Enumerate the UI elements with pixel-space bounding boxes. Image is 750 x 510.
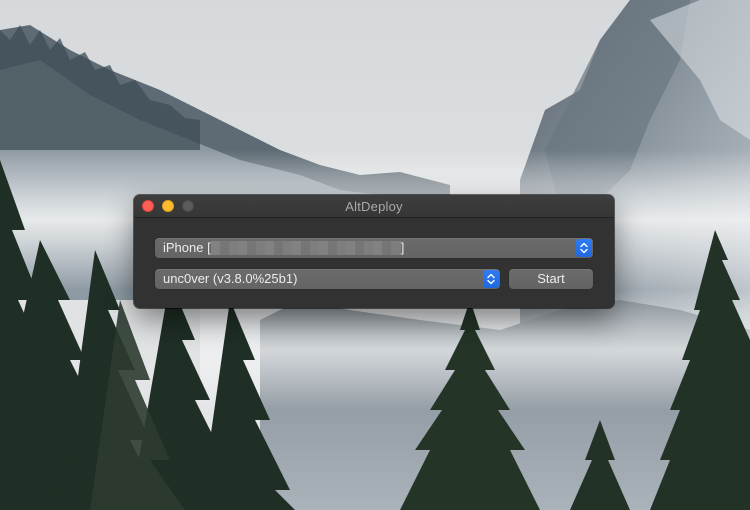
- up-down-chevron-icon: [483, 270, 499, 288]
- device-name-prefix: iPhone [: [163, 240, 211, 255]
- redacted-device-identifier: [210, 240, 401, 255]
- window-title: AltDeploy: [345, 199, 403, 214]
- start-button[interactable]: Start: [509, 269, 593, 289]
- app-select[interactable]: unc0ver (v3.8.0%25b1): [155, 269, 500, 289]
- device-select[interactable]: iPhone []: [155, 238, 593, 258]
- device-select-label: iPhone []: [163, 238, 593, 258]
- device-name-suffix: ]: [400, 240, 405, 255]
- up-down-chevron-icon: [576, 239, 592, 257]
- window-content: iPhone [] unc0ver (v3.8.0%25b1) Start: [134, 218, 614, 308]
- window-titlebar[interactable]: AltDeploy: [134, 195, 614, 218]
- app-select-value: unc0ver (v3.8.0%25b1): [163, 271, 298, 286]
- altdeploy-window: AltDeploy iPhone [] unc0ver (v3.8.0%25b1…: [134, 195, 614, 308]
